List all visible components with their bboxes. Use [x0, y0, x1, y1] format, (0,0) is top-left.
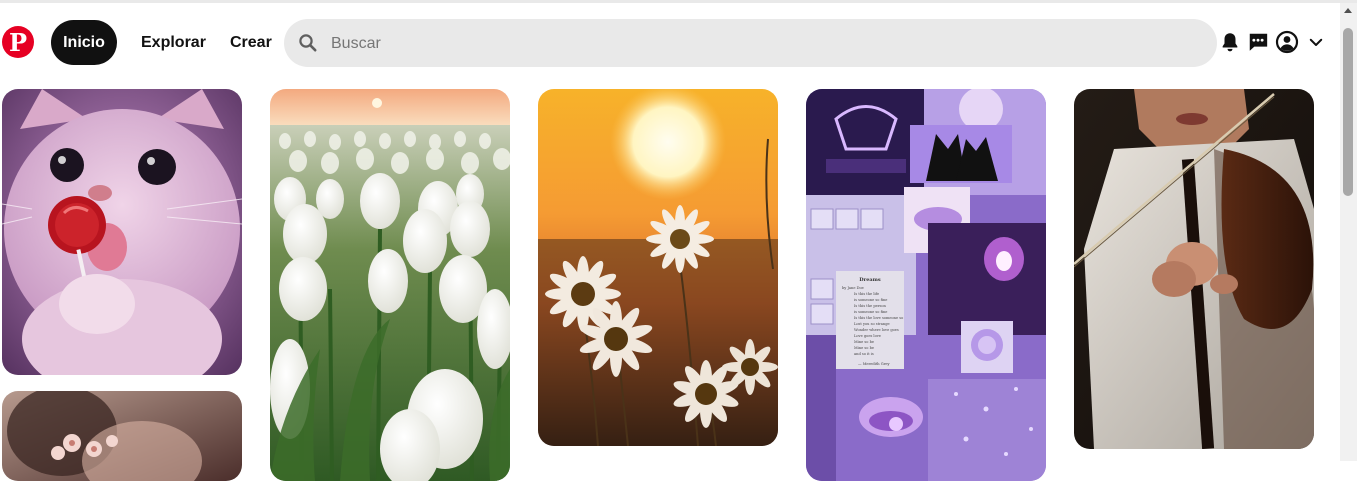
message-icon[interactable]: [1246, 30, 1270, 54]
poem-line: Love goes love: [854, 334, 881, 338]
flower-portrait-image: [2, 391, 242, 481]
scroll-up-arrow-icon[interactable]: [1344, 8, 1352, 13]
pin-card-cat[interactable]: [2, 89, 242, 375]
cat-lollipop-image: [2, 89, 242, 375]
poem-author: — Meredith Grey: [858, 362, 890, 366]
page-scrollbar[interactable]: [1340, 3, 1357, 461]
poem-line: Is this the life: [854, 292, 879, 296]
top-navigation-bar: P Inicio Explorar Crear: [0, 0, 1340, 84]
poem-line: Wonder where love goes: [854, 328, 899, 332]
search-bar[interactable]: [284, 19, 1217, 69]
pin-card-flower-portrait[interactable]: [2, 391, 242, 481]
bell-icon[interactable]: [1218, 30, 1242, 54]
poem-line: Mine so be: [854, 346, 874, 350]
poem-line: Lost you so strange: [854, 322, 890, 326]
nav-create-link[interactable]: Crear: [230, 20, 272, 65]
poem-line: is someone so fine: [854, 298, 887, 302]
pin-card-violin[interactable]: [1074, 89, 1314, 449]
sunset-daisies-image: [538, 89, 778, 446]
poem-line: Mine so be: [854, 340, 874, 344]
pin-card-daisies[interactable]: [538, 89, 778, 446]
poem-title: Dreams: [859, 277, 881, 283]
nav-home-button[interactable]: Inicio: [51, 20, 117, 65]
search-icon: [298, 33, 318, 53]
pin-card-tulips[interactable]: [270, 89, 510, 481]
pinterest-logo-letter: P: [8, 27, 28, 57]
nav-explore-link[interactable]: Explorar: [141, 20, 206, 65]
pinterest-logo[interactable]: P: [2, 26, 34, 58]
pin-card-purple-collage[interactable]: Dreams by Jane Doe Is this the life is s…: [806, 89, 1046, 481]
account-icon[interactable]: [1275, 30, 1299, 54]
poem-line: Is this the person: [854, 304, 886, 308]
poem-line: Is this the love someone so: [854, 316, 903, 320]
poem-line: is someone so fine: [854, 310, 887, 314]
scrollbar-thumb[interactable]: [1343, 28, 1353, 196]
violin-player-image: [1074, 89, 1314, 449]
poem-line: and so it is: [854, 352, 874, 356]
purple-collage-image: Dreams by Jane Doe Is this the life is s…: [806, 89, 1046, 481]
chevron-down-icon[interactable]: [1304, 30, 1328, 54]
tulip-field-image: [270, 89, 510, 481]
search-input[interactable]: [329, 19, 1193, 69]
poem-line: by Jane Doe: [842, 286, 864, 290]
